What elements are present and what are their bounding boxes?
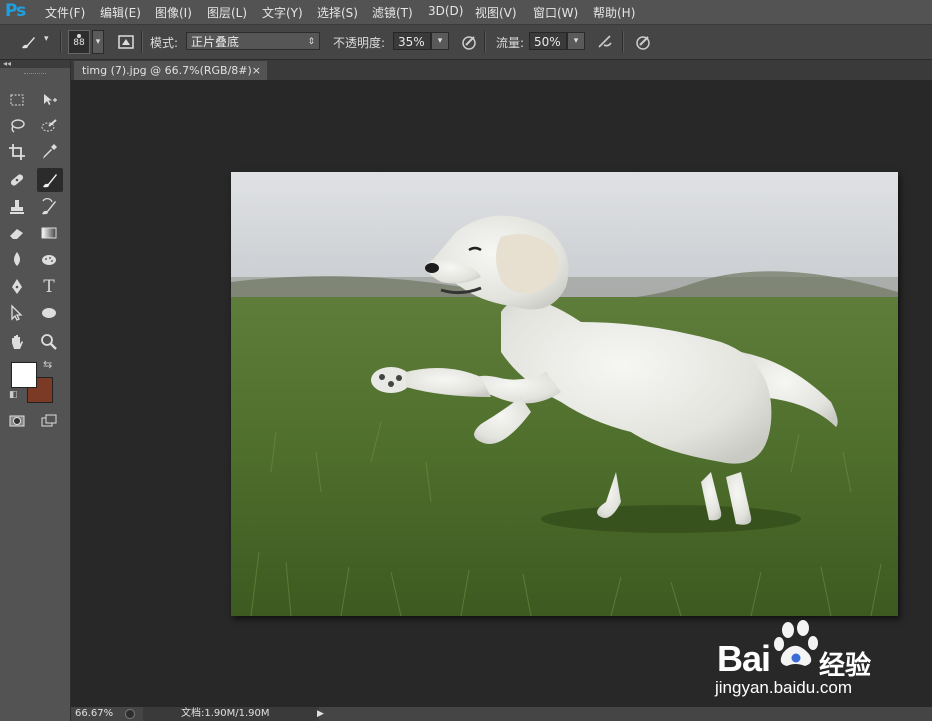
separator	[484, 31, 486, 53]
document-image[interactable]	[231, 172, 898, 616]
close-icon[interactable]: ×	[252, 61, 261, 80]
flow-value: 50%	[534, 35, 561, 49]
status-bar: 66.67% 文档:1.90M/1.90M ▶	[71, 707, 932, 721]
flow-input[interactable]: 50%	[529, 32, 567, 50]
share-icon[interactable]	[125, 709, 135, 719]
opacity-input[interactable]: 35%	[393, 32, 431, 50]
app-logo: Ps	[5, 1, 26, 21]
menu-window[interactable]: 窗口(W)	[533, 4, 578, 21]
quick-select-icon[interactable]	[38, 115, 60, 137]
pressure-opacity-icon[interactable]	[458, 31, 480, 53]
brush-panel-toggle-icon[interactable]	[115, 31, 137, 53]
blend-mode-value: 正片叠底	[191, 35, 240, 49]
eraser-icon[interactable]	[6, 222, 28, 244]
baidu-watermark: Bai 经验 jingyan.baidu.com	[715, 618, 925, 708]
watermark-brand: Bai	[717, 638, 771, 679]
separator	[141, 31, 143, 53]
clone-stamp-icon[interactable]	[6, 196, 28, 218]
menu-view[interactable]: 视图(V)	[475, 4, 517, 21]
flow-label: 流量:	[496, 36, 525, 50]
opacity-dropdown[interactable]: ▾	[431, 32, 449, 50]
menu-file[interactable]: 文件(F)	[45, 4, 85, 21]
hand-icon[interactable]	[6, 331, 28, 353]
grip-handle[interactable]	[24, 73, 46, 76]
airbrush-icon[interactable]	[594, 31, 616, 53]
ellipse-icon[interactable]	[38, 302, 60, 324]
document-size-info: 文档:1.90M/1.90M	[181, 708, 270, 719]
options-bar: ▾ 88 ▾ 模式: 正片叠底 ⇕ 不透明度: 35% ▾ 流量: 50% ▾	[0, 25, 932, 60]
opacity-label: 不透明度:	[333, 36, 386, 50]
sponge-icon[interactable]	[38, 248, 60, 270]
menu-layer[interactable]: 图层(L)	[207, 4, 247, 21]
brush-size-dropdown[interactable]: ▾	[92, 30, 104, 54]
move-icon[interactable]	[38, 89, 60, 111]
document-tab-title: timg (7).jpg @ 66.7%(RGB/8#)	[82, 64, 252, 77]
zoom-level[interactable]: 66.67%	[75, 707, 113, 721]
menu-help[interactable]: 帮助(H)	[593, 4, 635, 21]
blur-icon[interactable]	[6, 248, 28, 270]
screen-mode-icon[interactable]	[38, 410, 60, 432]
brush-tool-preset-icon[interactable]	[17, 31, 39, 53]
tools-panel: ◂◂ T ⇆ ◧	[0, 60, 71, 721]
eyedropper-icon[interactable]	[38, 141, 60, 163]
menu-bar: Ps 文件(F) 编辑(E) 图像(I) 图层(L) 文字(Y) 选择(S) 滤…	[0, 0, 932, 25]
gradient-icon[interactable]	[38, 222, 60, 244]
rect-marquee-icon[interactable]	[6, 89, 28, 111]
brush-size-picker[interactable]: 88	[68, 30, 90, 54]
healing-brush-icon[interactable]	[6, 169, 28, 191]
path-select-icon[interactable]	[6, 302, 28, 324]
updown-arrows-icon: ⇕	[307, 37, 315, 47]
swap-colors-icon[interactable]: ⇆	[43, 358, 52, 371]
opacity-value: 35%	[398, 35, 425, 49]
flow-dropdown[interactable]: ▾	[567, 32, 585, 50]
crop-icon[interactable]	[6, 141, 28, 163]
play-arrow-icon[interactable]: ▶	[317, 707, 324, 721]
menu-type[interactable]: 文字(Y)	[262, 4, 303, 21]
zoom-icon[interactable]	[38, 331, 60, 353]
menu-3d[interactable]: 3D(D)	[428, 4, 463, 18]
foreground-color-swatch[interactable]	[11, 362, 37, 388]
document-tab-bar: timg (7).jpg @ 66.7%(RGB/8#) ×	[71, 60, 932, 80]
quick-mask-icon[interactable]	[6, 410, 28, 432]
menu-edit[interactable]: 编辑(E)	[100, 4, 141, 21]
watermark-url: jingyan.baidu.com	[715, 678, 853, 697]
history-brush-icon[interactable]	[38, 196, 60, 218]
chevron-down-icon[interactable]: ▾	[44, 34, 49, 44]
watermark-brand-cn: 经验	[819, 651, 872, 681]
mode-label: 模式:	[150, 36, 179, 50]
menu-select[interactable]: 选择(S)	[317, 4, 358, 21]
document-tab[interactable]: timg (7).jpg @ 66.7%(RGB/8#) ×	[74, 61, 267, 80]
puppy-photo	[231, 172, 898, 616]
pressure-size-icon[interactable]	[632, 31, 654, 53]
brush-size-value: 88	[73, 38, 85, 48]
pen-icon[interactable]	[6, 276, 28, 298]
lasso-icon[interactable]	[6, 115, 28, 137]
collapse-arrows-icon[interactable]: ◂◂	[0, 60, 70, 68]
type-icon[interactable]: T	[38, 276, 60, 298]
menu-image[interactable]: 图像(I)	[155, 4, 192, 21]
menu-filter[interactable]: 滤镜(T)	[372, 4, 413, 21]
default-colors-icon[interactable]: ◧	[9, 390, 18, 400]
blend-mode-select[interactable]: 正片叠底 ⇕	[186, 32, 320, 50]
separator	[60, 31, 62, 53]
separator	[622, 31, 624, 53]
brush-icon[interactable]	[37, 168, 63, 192]
